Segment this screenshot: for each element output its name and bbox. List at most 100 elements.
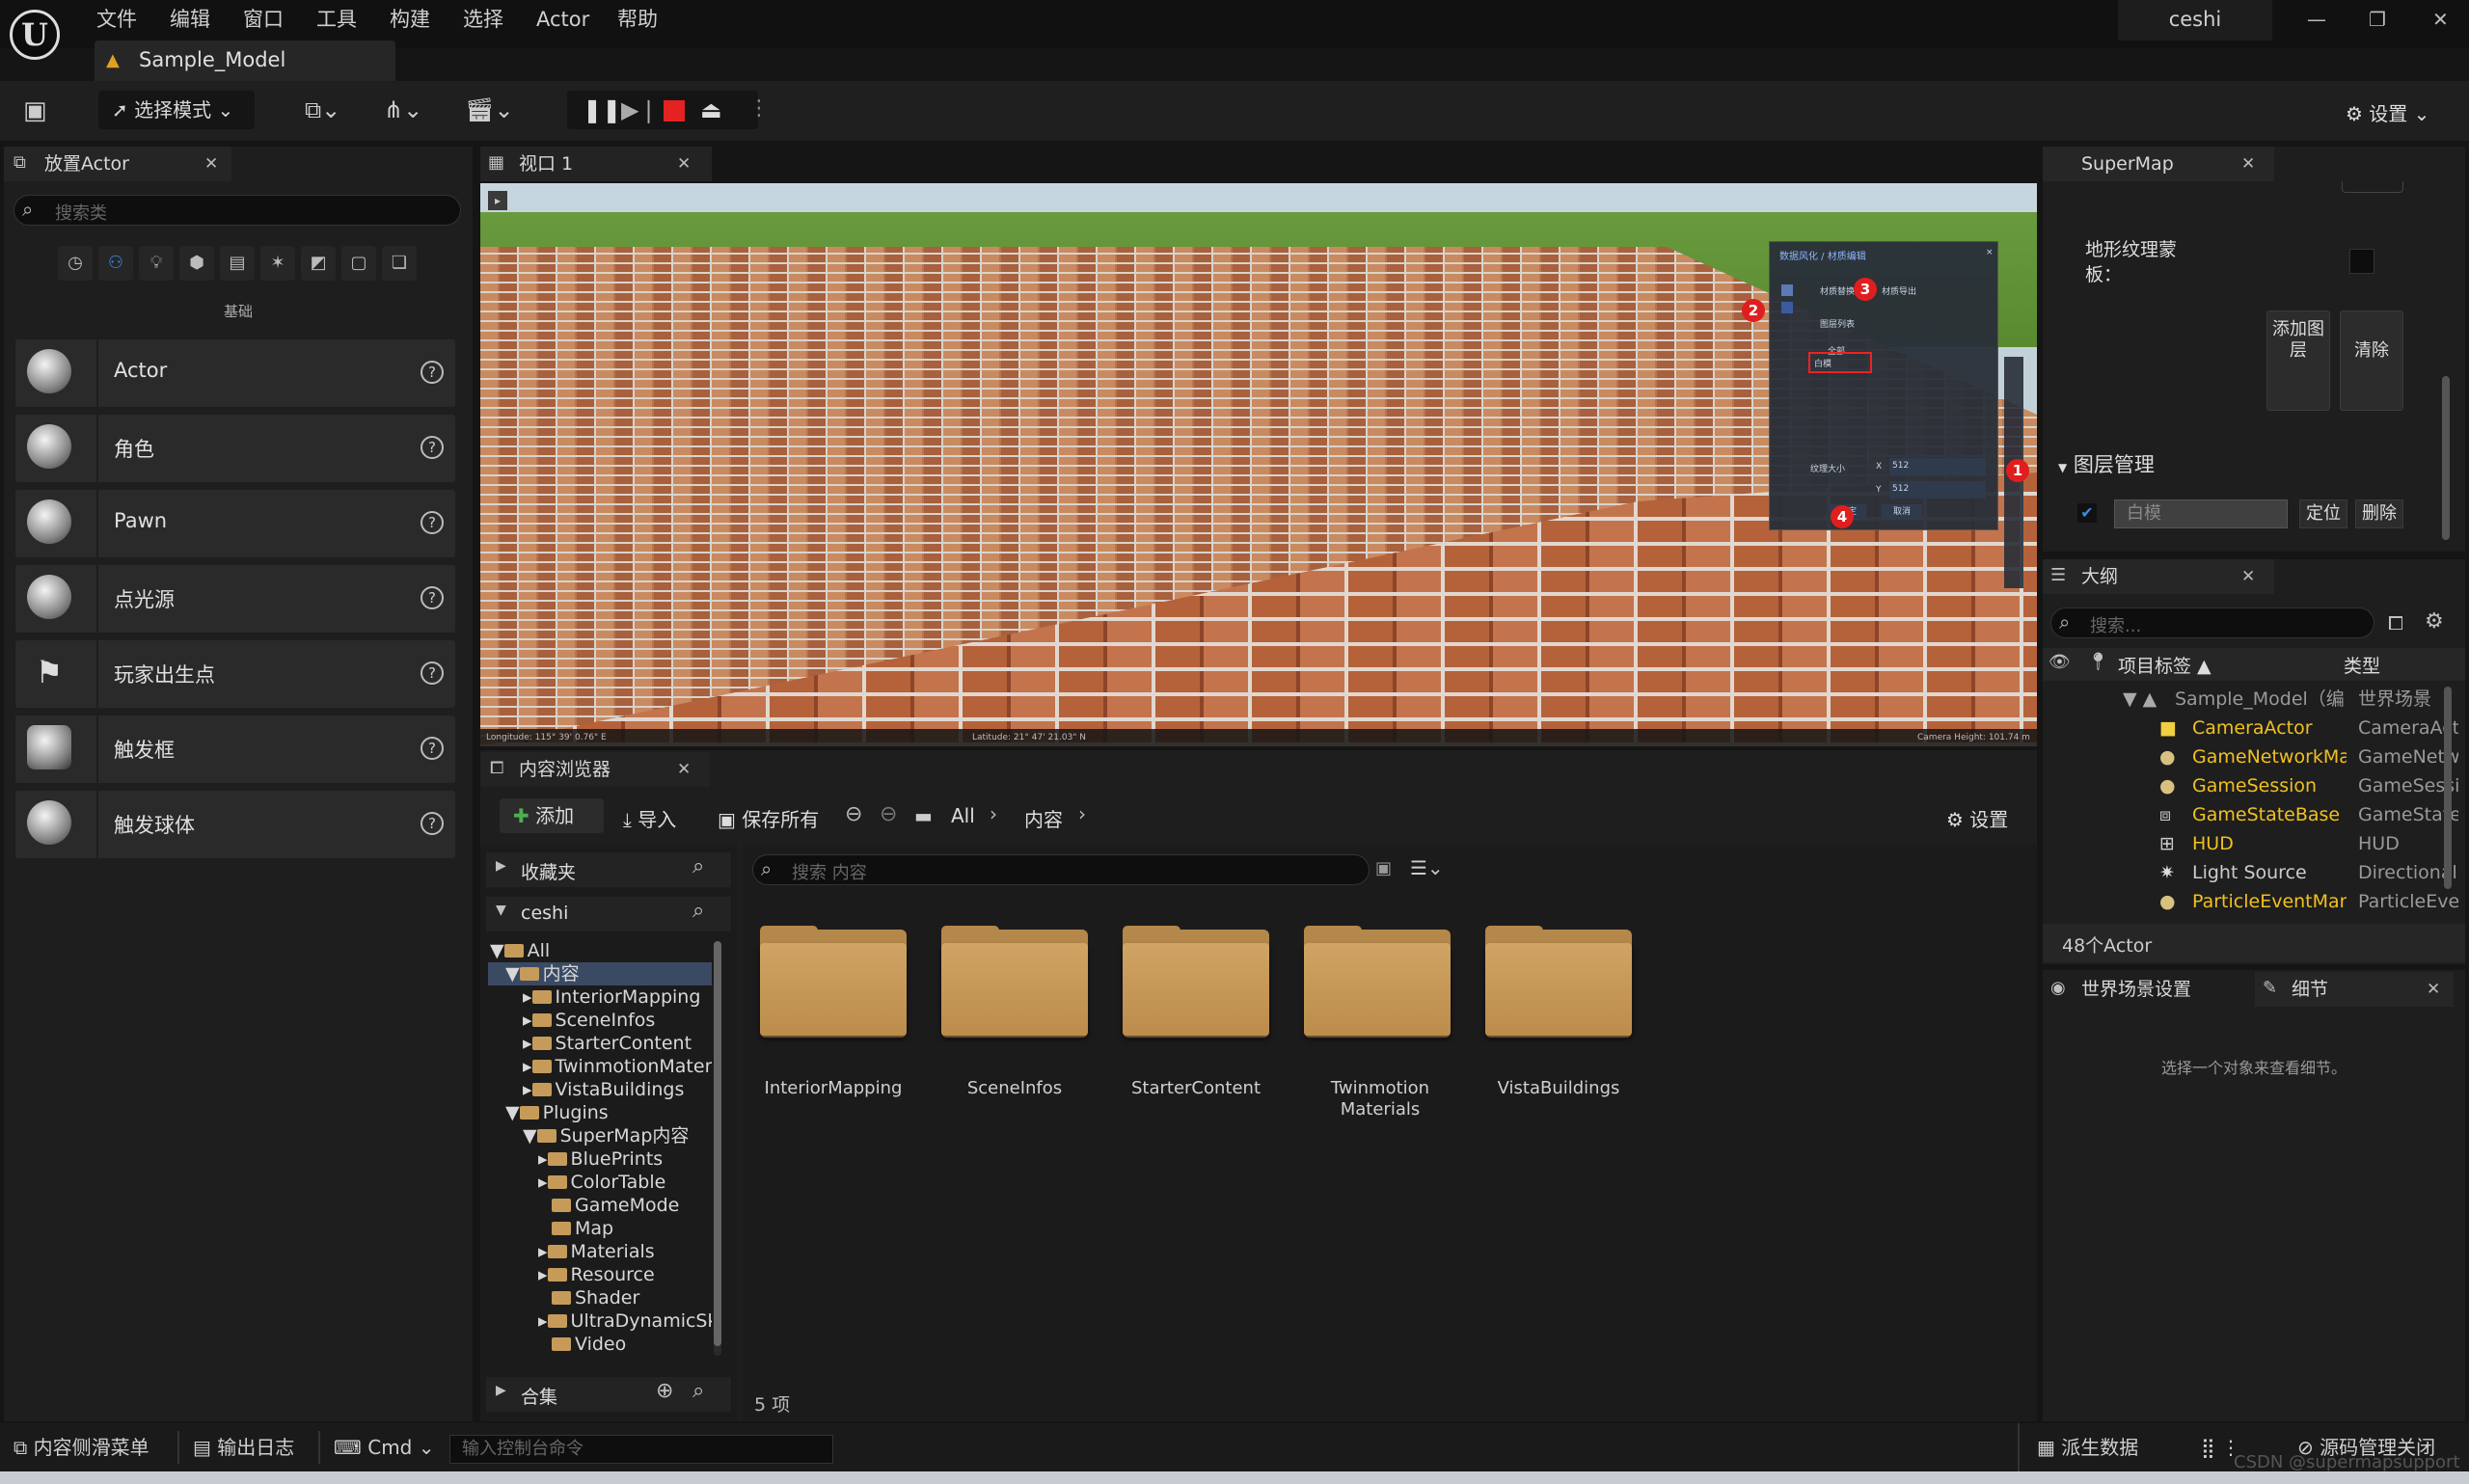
breadcrumb-all[interactable]: All bbox=[951, 804, 975, 827]
close-icon[interactable]: ✕ bbox=[2427, 980, 2440, 999]
cancel-button[interactable]: 取消 bbox=[1882, 504, 1922, 520]
delete-button[interactable]: 删除 bbox=[2355, 499, 2403, 528]
output-log-button[interactable]: ▤ 输出日志 bbox=[193, 1423, 294, 1471]
tree-item-video[interactable]: Video bbox=[488, 1333, 712, 1356]
actor-item-pawn[interactable]: Pawn? bbox=[15, 490, 455, 557]
menu-select[interactable]: 选择 bbox=[463, 4, 503, 35]
tab-sample-model[interactable]: ▲ Sample_Model bbox=[95, 40, 395, 81]
layer-item-white-model[interactable]: 白模 bbox=[1808, 352, 1872, 373]
eye-icon[interactable]: 👁︎ bbox=[2048, 652, 2071, 672]
save-all-button[interactable]: ▣ 保存所有 bbox=[718, 804, 819, 832]
help-icon[interactable]: ? bbox=[421, 661, 444, 685]
more-options-icon[interactable]: ⋮ bbox=[748, 96, 770, 121]
outliner-row[interactable]: ● ParticleEventManager ParticleEventMana… bbox=[2049, 887, 2458, 916]
save-icon[interactable]: ▣ bbox=[23, 96, 47, 125]
cmd-dropdown[interactable]: ⌨ Cmd ⌄ bbox=[334, 1423, 435, 1471]
unreal-logo-icon[interactable]: U bbox=[10, 10, 60, 60]
tab-place-actor[interactable]: ⧉ 放置Actor ✕ bbox=[4, 147, 231, 181]
tree-item-interiormapping[interactable]: ▸ InteriorMapping bbox=[488, 985, 712, 1009]
texture-y-input[interactable]: 512 bbox=[1889, 481, 1986, 499]
tab-viewport-1[interactable]: ▦ 视口 1 ✕ bbox=[480, 147, 712, 181]
basic-icon[interactable]: ⚇ bbox=[98, 246, 133, 281]
tree-item-shader[interactable]: Shader bbox=[488, 1286, 712, 1309]
help-icon[interactable]: ? bbox=[421, 812, 444, 835]
search-icon[interactable]: ⌕ bbox=[692, 899, 704, 923]
layer-visible-checkbox[interactable]: ✔ bbox=[2077, 503, 2097, 523]
add-layer-button[interactable]: 添加图层 bbox=[2266, 310, 2330, 411]
all-classes-icon[interactable]: ❏ bbox=[382, 246, 417, 281]
layer-management-header[interactable]: ▼ 图层管理 bbox=[2058, 449, 2155, 478]
actor-item-trigger-box[interactable]: 触发框? bbox=[15, 715, 455, 783]
tree-item-materials[interactable]: ▸ Materials bbox=[488, 1240, 712, 1263]
tree-item-vistabuildings[interactable]: ▸ VistaBuildings bbox=[488, 1078, 712, 1101]
close-icon[interactable]: ✕ bbox=[677, 154, 691, 174]
menu-tools[interactable]: 工具 bbox=[316, 4, 357, 35]
menu-help[interactable]: 帮助 bbox=[617, 4, 658, 35]
layer-name-field[interactable]: 白模 bbox=[2114, 499, 2288, 528]
close-icon[interactable]: ✕ bbox=[677, 760, 691, 779]
outliner-row[interactable]: ⊞ HUD HUD bbox=[2049, 829, 2458, 858]
add-button[interactable]: ✚ 添加 bbox=[500, 798, 604, 833]
cinematics-icon[interactable]: 🎬︎⌄ bbox=[465, 96, 514, 123]
minimize-icon[interactable]: — bbox=[2307, 8, 2326, 31]
tree-scrollbar[interactable] bbox=[714, 941, 721, 1356]
close-window-icon[interactable]: ✕ bbox=[2432, 8, 2449, 31]
outliner-search-input[interactable]: ⌕ 搜索... bbox=[2050, 607, 2374, 638]
select-mode-button[interactable]: ➚ 选择模式 ⌄ bbox=[98, 91, 255, 129]
stop-icon[interactable] bbox=[664, 100, 685, 121]
tab-details[interactable]: ✎ 细节 ✕ bbox=[2255, 972, 2454, 1007]
blueprint-icon[interactable]: ⋔⌄ bbox=[384, 96, 422, 123]
console-command-input[interactable]: 输入控制台命令 bbox=[449, 1435, 833, 1464]
back-icon[interactable]: ⊖ bbox=[845, 802, 862, 826]
tree-item-plugins[interactable]: ▼ Plugins bbox=[488, 1101, 712, 1124]
collections-header[interactable]: ▶ 合集 ⊕ ⌕ bbox=[486, 1377, 731, 1412]
outliner-row[interactable]: ✷ Light Source DirectionalLight bbox=[2049, 858, 2458, 887]
terrain-mask-swatch[interactable] bbox=[2349, 249, 2374, 274]
tab-outliner[interactable]: ☰ 大纲 ✕ bbox=[2043, 559, 2274, 594]
outliner-row[interactable]: ● GameSession GameSession bbox=[2049, 771, 2458, 800]
filter-icon[interactable]: ☰⌄ bbox=[1410, 856, 1444, 879]
actor-item-point-light[interactable]: 点光源? bbox=[15, 565, 455, 633]
forward-icon[interactable]: ⊖ bbox=[880, 802, 897, 826]
geometry-icon[interactable]: ◩ bbox=[301, 246, 336, 281]
outliner-row[interactable]: ■ CameraActor CameraActor bbox=[2049, 714, 2458, 742]
content-drawer-button[interactable]: ⧉ 内容侧滑菜单 bbox=[14, 1423, 149, 1471]
add-content-icon[interactable]: ⧉⌄ bbox=[305, 96, 340, 123]
help-icon[interactable]: ? bbox=[421, 737, 444, 760]
content-search-input[interactable]: ⌕ 搜索 内容 bbox=[752, 854, 1370, 885]
visual-effects-icon[interactable]: ✶ bbox=[260, 246, 295, 281]
add-folder-icon[interactable]: ⧠ bbox=[2388, 611, 2403, 634]
folder-startercontent[interactable] bbox=[1121, 926, 1271, 1041]
tree-item-resource[interactable]: ▸ Resource bbox=[488, 1263, 712, 1286]
close-icon[interactable]: ✕ bbox=[204, 154, 218, 174]
locate-button[interactable]: 定位 bbox=[2299, 499, 2347, 528]
gear-icon[interactable]: ⚙ bbox=[2425, 609, 2444, 634]
tree-item-content[interactable]: ▼ 内容 bbox=[488, 962, 712, 985]
user-name[interactable]: ceshi bbox=[2118, 0, 2272, 40]
tree-item-sceneinfos[interactable]: ▸ SceneInfos bbox=[488, 1009, 712, 1032]
help-icon[interactable]: ? bbox=[421, 511, 444, 534]
tree-item-gamemode[interactable]: GameMode bbox=[488, 1194, 712, 1217]
tab-content-browser[interactable]: ⧠ 内容浏览器 ✕ bbox=[480, 752, 710, 787]
skip-frame-icon[interactable]: ▶❘ bbox=[621, 96, 659, 123]
help-icon[interactable]: ? bbox=[421, 436, 444, 459]
outliner-row[interactable]: ⧈ GameStateBase GameStateBase bbox=[2049, 800, 2458, 829]
menu-actor[interactable]: Actor bbox=[536, 4, 589, 35]
actor-item-character[interactable]: 角色? bbox=[15, 415, 455, 482]
menu-build[interactable]: 构建 bbox=[390, 4, 430, 35]
folder-twinmotion[interactable] bbox=[1302, 926, 1452, 1041]
texture-x-input[interactable]: 512 bbox=[1889, 458, 1986, 475]
clear-button[interactable]: 清除 bbox=[2340, 310, 2403, 411]
outliner-row[interactable]: ● GameNetworkManager GameNetworkManager bbox=[2049, 742, 2458, 771]
dialog-tool-icon[interactable] bbox=[1781, 302, 1793, 313]
project-header[interactable]: ▼ ceshi ⌕ bbox=[486, 897, 731, 931]
favorites-header[interactable]: ▶ 收藏夹 ⌕ bbox=[486, 852, 731, 887]
folder-sceneinfos[interactable] bbox=[939, 926, 1090, 1041]
actor-item-actor[interactable]: Actor? bbox=[15, 339, 455, 407]
add-collection-icon[interactable]: ⊕ bbox=[656, 1379, 673, 1403]
help-icon[interactable]: ? bbox=[421, 586, 444, 609]
menu-edit[interactable]: 编辑 bbox=[170, 4, 210, 35]
outliner-scrollbar[interactable] bbox=[2444, 687, 2452, 889]
help-icon[interactable]: ? bbox=[421, 361, 444, 384]
settings-button[interactable]: ⚙ 设置 ⌄ bbox=[2346, 98, 2429, 126]
